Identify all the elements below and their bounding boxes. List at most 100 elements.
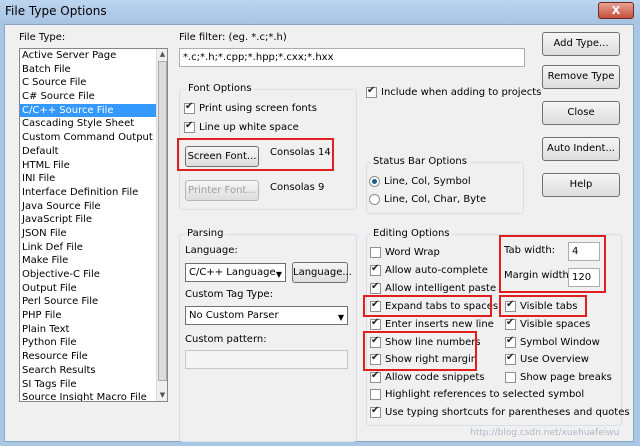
scroll-down-icon[interactable]: ▼: [157, 390, 167, 401]
status-line-col-symbol-radio[interactable]: Line, Col, Symbol: [369, 176, 471, 187]
checkbox-checked-icon[interactable]: [366, 85, 377, 98]
help-button[interactable]: Help: [542, 173, 620, 197]
symbol-window-label: Symbol Window: [520, 337, 600, 348]
checkbox-checked-icon[interactable]: [505, 317, 516, 330]
printer-font-value: Consolas 9: [270, 182, 325, 193]
file-filter-label: File filter: (eg. *.c;*.h): [179, 32, 287, 43]
list-item[interactable]: Active Server Page: [20, 49, 167, 63]
list-item[interactable]: Interface Definition File: [20, 186, 167, 200]
symbol-window-checkbox[interactable]: Symbol Window: [505, 335, 600, 348]
print-screen-fonts-label: Print using screen fonts: [199, 103, 317, 114]
custom-pattern-input: [185, 350, 348, 369]
status-bar-group: [366, 162, 524, 214]
checkbox-checked-icon[interactable]: [505, 352, 516, 365]
allow-auto-complete-checkbox[interactable]: Allow auto-complete: [370, 263, 488, 276]
highlight-references-checkbox[interactable]: Highlight references to selected symbol: [370, 389, 584, 400]
allow-code-snippets-label: Allow code snippets: [385, 372, 485, 383]
list-item[interactable]: Search Results: [20, 364, 167, 378]
checkbox-checked-icon[interactable]: [184, 120, 195, 133]
radio-selected-icon[interactable]: [369, 176, 380, 187]
checkbox-checked-icon[interactable]: [370, 317, 381, 330]
language-label: Language:: [185, 245, 238, 256]
typing-shortcuts-checkbox[interactable]: Use typing shortcuts for parentheses and…: [370, 405, 630, 418]
include-projects-checkbox[interactable]: Include when adding to projects: [366, 85, 542, 98]
list-item[interactable]: Cascading Style Sheet: [20, 117, 167, 131]
checkbox-checked-icon[interactable]: [370, 370, 381, 383]
checkbox-unchecked-icon[interactable]: [505, 372, 516, 383]
list-item[interactable]: Default: [20, 145, 167, 159]
list-item[interactable]: Link Def File: [20, 241, 167, 255]
radio-unselected-icon[interactable]: [369, 194, 380, 205]
list-item[interactable]: HTML File: [20, 159, 167, 173]
checkbox-unchecked-icon[interactable]: [370, 247, 381, 258]
list-item[interactable]: Perl Source File: [20, 295, 167, 309]
list-item[interactable]: Python File: [20, 336, 167, 350]
line-up-white-space-checkbox[interactable]: Line up white space: [184, 120, 299, 133]
checkbox-unchecked-icon[interactable]: [370, 389, 381, 400]
typing-shortcuts-label: Use typing shortcuts for parentheses and…: [385, 407, 630, 418]
scroll-thumb[interactable]: [158, 61, 167, 381]
word-wrap-label: Word Wrap: [385, 247, 440, 258]
list-item[interactable]: JSON File: [20, 227, 167, 241]
close-button[interactable]: Close: [542, 101, 620, 125]
checkbox-checked-icon[interactable]: [505, 335, 516, 348]
show-page-breaks-checkbox[interactable]: Show page breaks: [505, 372, 612, 383]
file-type-scrollbar[interactable]: ▲ ▼: [156, 49, 167, 401]
highlight-box: [499, 235, 606, 293]
file-filter-input[interactable]: *.c;*.h;*.cpp;*.hpp;*.cxx;*.hxx: [179, 48, 525, 67]
list-item[interactable]: C/C++ Source File: [20, 103, 167, 118]
scroll-up-icon[interactable]: ▲: [157, 49, 167, 60]
allow-auto-complete-label: Allow auto-complete: [385, 265, 488, 276]
list-item[interactable]: INI File: [20, 172, 167, 186]
list-item[interactable]: PHP File: [20, 309, 167, 323]
checkbox-checked-icon[interactable]: [184, 101, 195, 114]
editing-options-title: Editing Options: [371, 228, 452, 239]
list-item[interactable]: C Source File: [20, 76, 167, 90]
highlight-references-label: Highlight references to selected symbol: [385, 389, 585, 400]
checkbox-checked-icon[interactable]: [370, 263, 381, 276]
language-select[interactable]: C/C++ Language ▼: [185, 263, 286, 282]
list-item[interactable]: Output File: [20, 282, 167, 296]
include-projects-label: Include when adding to projects: [381, 87, 542, 98]
dropdown-arrow-icon[interactable]: ▼: [338, 309, 344, 326]
show-page-breaks-label: Show page breaks: [520, 372, 612, 383]
enter-inserts-new-line-label: Enter inserts new line: [385, 319, 494, 330]
visible-spaces-label: Visible spaces: [520, 319, 591, 330]
list-item[interactable]: Batch File: [20, 63, 167, 77]
checkbox-checked-icon[interactable]: [370, 405, 381, 418]
add-type-button[interactable]: Add Type...: [542, 32, 620, 56]
dropdown-arrow-icon[interactable]: ▼: [276, 266, 282, 283]
status-opt1-label: Line, Col, Symbol: [384, 176, 471, 187]
language-button[interactable]: Language...: [292, 262, 352, 283]
use-overview-label: Use Overview: [520, 354, 589, 365]
list-item[interactable]: C# Source File: [20, 90, 167, 104]
highlight-box: [499, 295, 587, 317]
remove-type-button[interactable]: Remove Type: [542, 65, 620, 89]
list-item[interactable]: Java Source File: [20, 200, 167, 214]
word-wrap-checkbox[interactable]: Word Wrap: [370, 247, 440, 258]
list-item[interactable]: Resource File: [20, 350, 167, 364]
title-bar[interactable]: File Type Options X: [0, 0, 640, 24]
list-item[interactable]: Plain Text: [20, 323, 167, 337]
allow-intelligent-paste-checkbox[interactable]: Allow intelligent paste: [370, 281, 496, 294]
custom-tag-type-select[interactable]: No Custom Parser ▼: [185, 306, 348, 325]
visible-spaces-checkbox[interactable]: Visible spaces: [505, 317, 591, 330]
list-item[interactable]: Make File: [20, 254, 167, 268]
list-item[interactable]: Source Insight Macro File: [20, 391, 167, 401]
close-window-button[interactable]: X: [598, 2, 634, 19]
list-item[interactable]: Custom Command Output: [20, 131, 167, 145]
dialog-body: File Type: Active Server Page Batch File C…: [4, 24, 634, 442]
allow-code-snippets-checkbox[interactable]: Allow code snippets: [370, 370, 485, 383]
status-line-col-char-radio[interactable]: Line, Col, Char, Byte: [369, 194, 486, 205]
print-screen-fonts-checkbox[interactable]: Print using screen fonts: [184, 101, 317, 114]
auto-indent-button[interactable]: Auto Indent...: [542, 137, 620, 161]
file-type-list[interactable]: Active Server Page Batch File C Source Fil…: [19, 48, 168, 402]
checkbox-checked-icon[interactable]: [370, 281, 381, 294]
list-item[interactable]: SI Tags File: [20, 378, 167, 392]
list-item[interactable]: JavaScript File: [20, 213, 167, 227]
use-overview-checkbox[interactable]: Use Overview: [505, 352, 589, 365]
parsing-title: Parsing: [185, 228, 226, 239]
list-item[interactable]: Objective-C File: [20, 268, 167, 282]
custom-pattern-label: Custom pattern:: [185, 334, 267, 345]
enter-inserts-new-line-checkbox[interactable]: Enter inserts new line: [370, 317, 494, 330]
